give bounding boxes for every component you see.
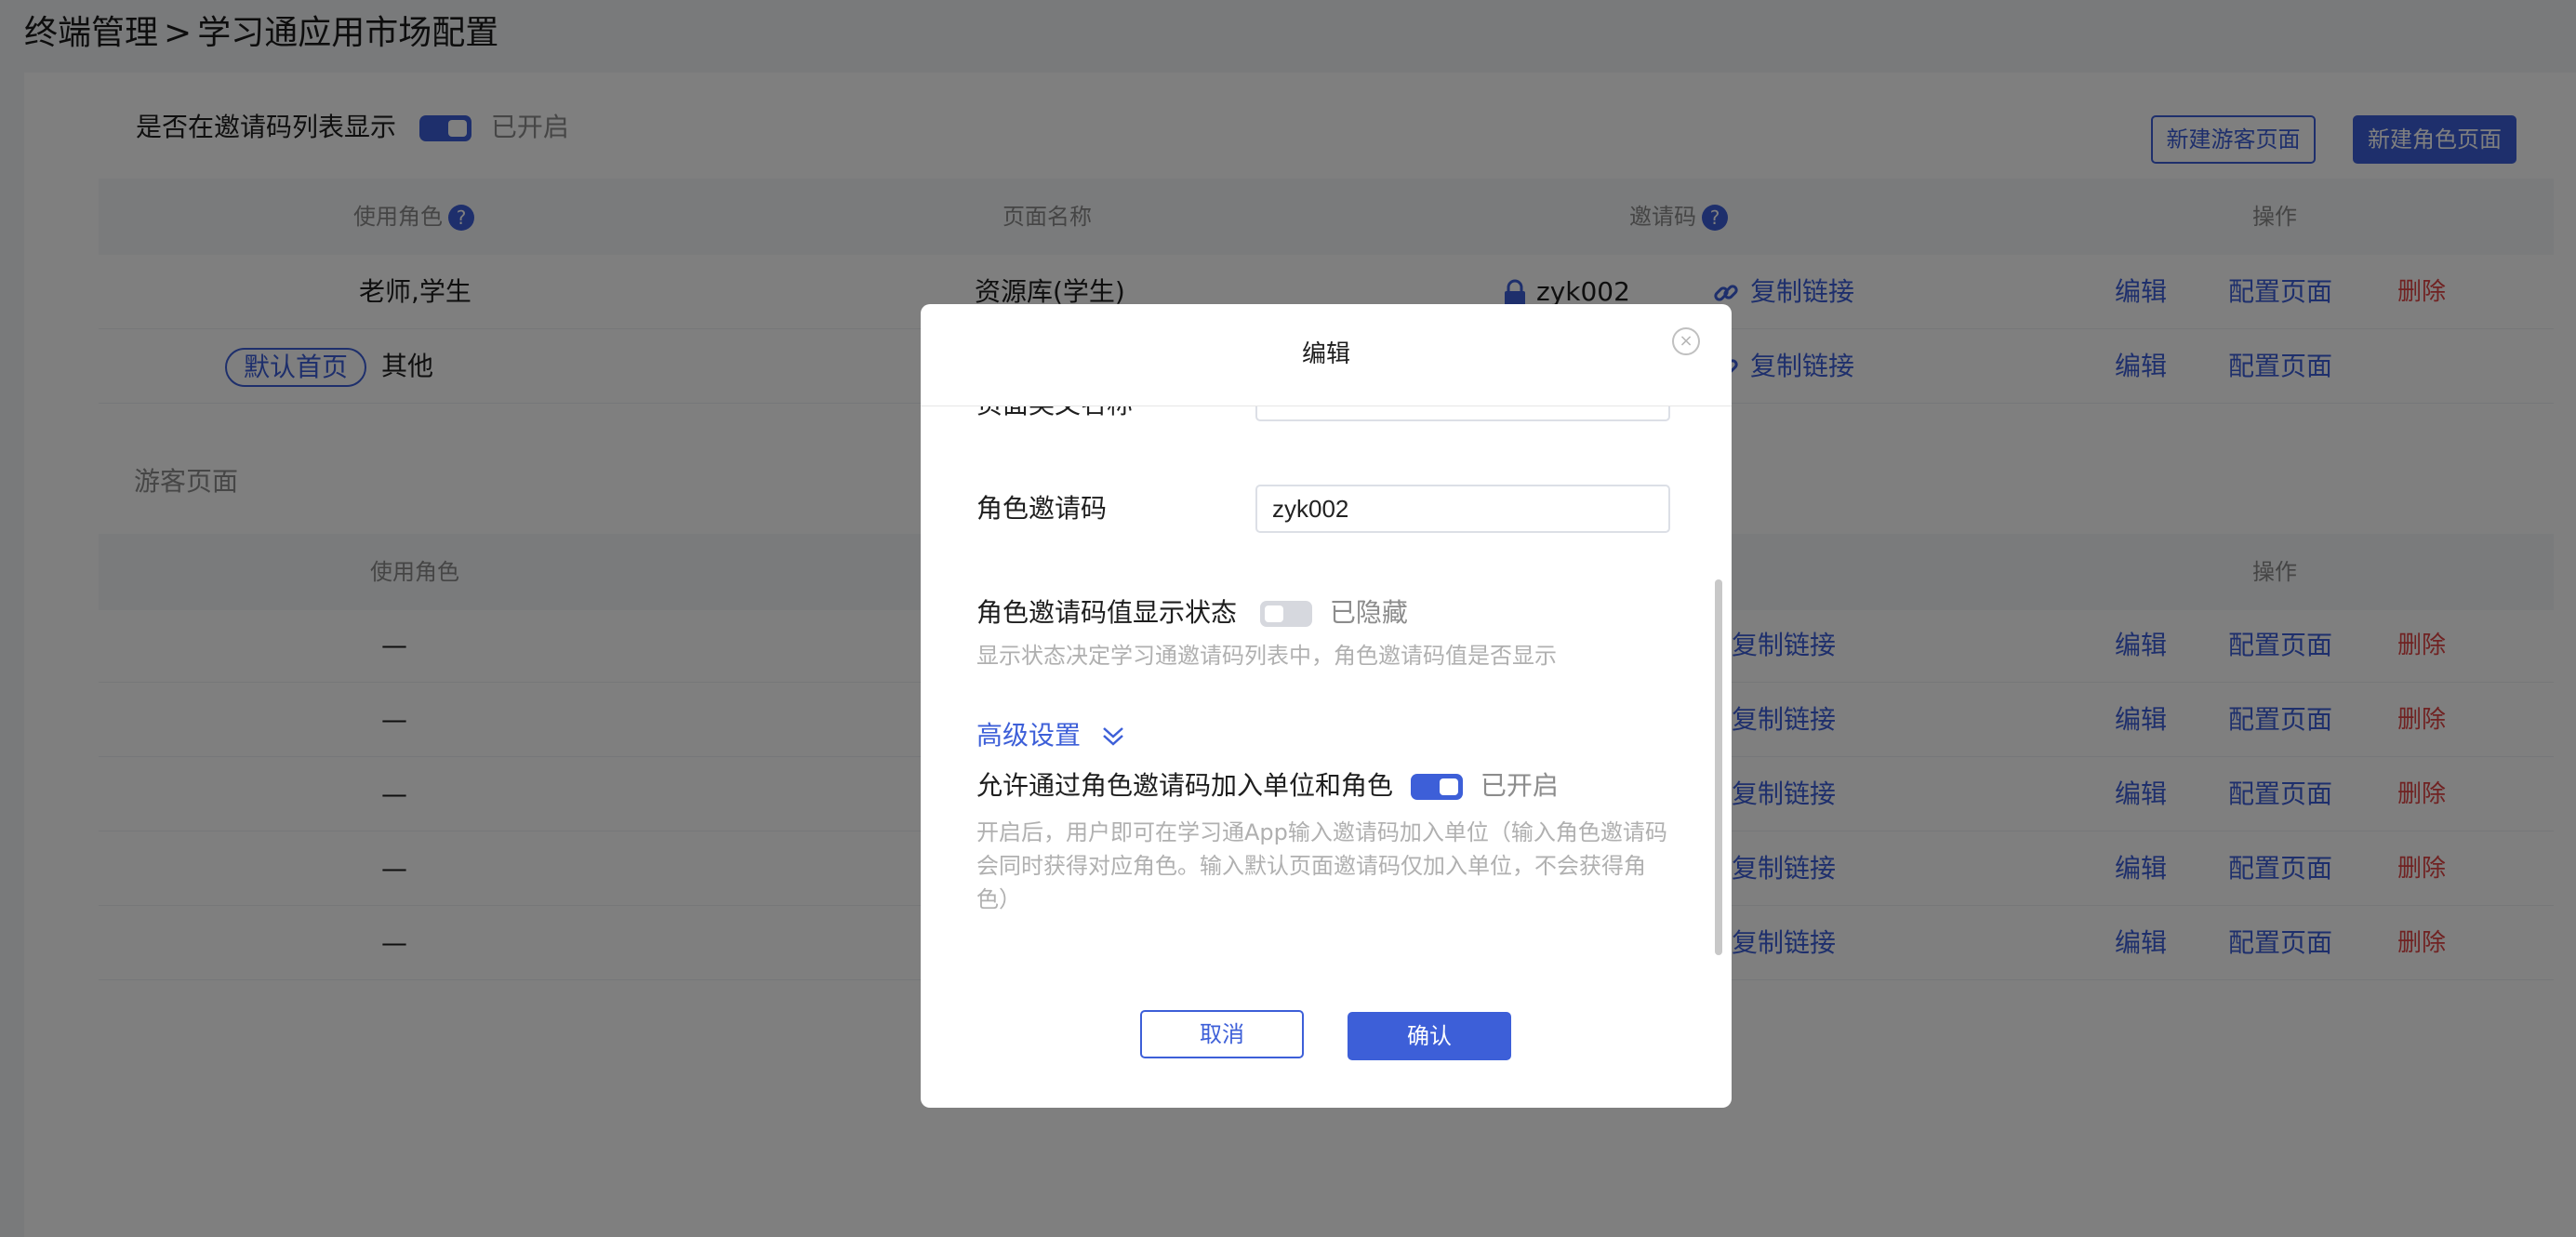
- modal-title: 编辑: [1301, 340, 1350, 368]
- allow-join-row: 允许通过角色邀请码加入单位和角色 已开启: [976, 767, 1559, 805]
- advanced-settings-toggle[interactable]: 高级设置: [976, 717, 1126, 754]
- display-status-state: 已隐藏: [1329, 597, 1408, 628]
- modal-scrollbar[interactable]: [1715, 579, 1722, 955]
- modal-header: 编辑 ×: [921, 304, 1732, 406]
- display-status-label: 角色邀请码值显示状态: [976, 597, 1238, 628]
- display-status-row: 角色邀请码值显示状态 已隐藏: [976, 594, 1408, 632]
- invite-code-input[interactable]: zyk002: [1255, 485, 1670, 533]
- cancel-button[interactable]: 取消: [1140, 1010, 1304, 1058]
- allow-join-hint: 开启后，用户即可在学习通App输入邀请码加入单位（输入角色邀请码会同时获得对应角…: [976, 819, 1667, 912]
- modal-body[interactable]: 页面英文名称 Students' Index 角色邀请码 zyk002 角色邀请…: [921, 406, 1732, 983]
- allow-join-state: 已开启: [1480, 770, 1559, 801]
- english-name-input[interactable]: Students' Index: [1255, 406, 1670, 421]
- invite-code-label: 角色邀请码: [976, 493, 1108, 524]
- double-chevron-down-icon: [1103, 727, 1123, 746]
- advanced-settings-label: 高级设置: [976, 720, 1082, 751]
- english-name-label: 页面英文名称: [976, 406, 1133, 423]
- allow-join-label: 允许通过角色邀请码加入单位和角色: [976, 770, 1394, 801]
- confirm-button[interactable]: 确认: [1348, 1012, 1511, 1060]
- edit-modal: 编辑 × 页面英文名称 Students' Index 角色邀请码 zyk002…: [921, 304, 1732, 1108]
- allow-join-toggle[interactable]: [1410, 774, 1463, 800]
- close-icon[interactable]: ×: [1672, 327, 1700, 355]
- display-status-hint: 显示状态决定学习通邀请码列表中，角色邀请码值是否显示: [976, 643, 1557, 669]
- display-status-toggle[interactable]: [1259, 601, 1312, 627]
